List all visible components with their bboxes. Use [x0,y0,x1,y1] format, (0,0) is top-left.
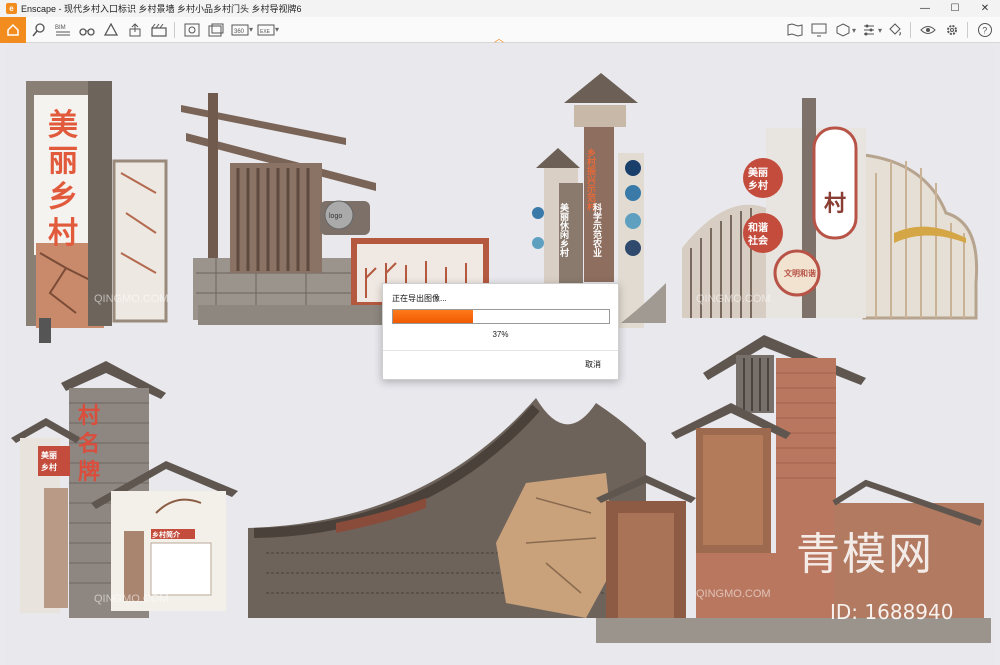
sign-6-panel-text: 乡村简介 [152,530,181,539]
paint-bucket-icon [889,23,901,36]
watermark-small: QINGMO.COM [696,588,771,600]
screenshot-icon [184,23,200,36]
view-button[interactable] [28,19,50,41]
eye-icon [920,26,936,34]
close-button[interactable]: ✕ [970,0,1000,17]
bim-button[interactable]: BIM [52,19,74,41]
window-controls: — ☐ ✕ [910,0,1000,17]
asset-library-icon [104,22,118,36]
screenshot-button[interactable] [181,19,203,41]
map-icon [787,23,803,37]
sign-4-side-text: 美丽休闲乡村 [558,202,570,258]
batch-render-icon [208,23,224,36]
sign-5-top-left-line-1: 美丽 [748,166,768,179]
export-progress-dialog: 正在导出图像... 37% 取消 [382,283,619,380]
upload-button[interactable] [124,19,146,41]
sign-5-center-text: 村 [824,192,846,217]
dropdown-caret-icon[interactable]: ▾ [852,26,856,35]
export-exe-button[interactable]: EXE [255,19,277,41]
toolbar-separator [967,22,968,38]
home-button[interactable] [0,16,26,43]
sign-5-bottom-left-line-2: 社会 [747,234,768,247]
export-progress-bar [392,309,610,324]
sign-1-text-1: 美 [48,108,78,143]
upload-icon [129,22,141,36]
toolbar-separator [910,22,911,38]
title-bar: e Enscape - 现代乡村入口标识 乡村景墙 乡村小品乡村门头 乡村导视牌… [0,0,1000,17]
sign-6-text-3: 牌 [78,459,100,485]
sign-1-text-2: 丽 [48,144,78,179]
svg-text:EXE: EXE [260,29,271,35]
watermark-id: ID: 1688940 [830,600,954,624]
dialog-title: 正在导出图像... [392,294,447,303]
cube-icon [836,23,850,37]
monitor-button[interactable] [808,19,830,41]
sign-6-badge-line-2: 乡村 [41,462,57,472]
export-360-icon: 360 [231,24,249,35]
progress-percent-text: 37% [492,330,509,339]
sliders-icon [863,24,874,36]
svg-text:BIM: BIM [55,25,66,31]
sign-7-curved-roof-wall [248,398,646,618]
sign-3-logo-text: logo [329,213,342,220]
svg-text:?: ? [982,26,987,36]
watermark-small: QINGMO.COM [94,293,169,305]
watermark-logo-text: 青模网 [796,529,934,580]
gear-icon [947,25,957,35]
settings-button[interactable] [941,19,963,41]
asset-library-button[interactable] [100,19,122,41]
export-360-button[interactable]: 360 [229,19,251,41]
sign-5-small-text: 文明和谐 [784,268,816,278]
sign-8-brick-tower [596,335,991,643]
help-button[interactable]: ? [974,19,996,41]
material-button[interactable] [884,19,906,41]
toolbar-right-group: ▾ ▾ ? [782,19,996,41]
binoculars-button[interactable] [76,19,98,41]
sign-6-village-name-board: 村 名 牌 美丽 乡村 乡村简介 [11,361,238,618]
settings-sliders-button[interactable] [858,19,880,41]
sign-6-text-2: 名 [78,431,100,457]
batch-render-button[interactable] [205,19,227,41]
help-icon: ? [978,23,992,37]
dropdown-caret-icon[interactable]: ▾ [878,26,882,35]
binoculars-icon [79,27,95,36]
maximize-button[interactable]: ☐ [940,0,970,17]
magnifier-pin-icon [32,22,45,36]
sign-5-top-left-line-2: 乡村 [748,179,768,192]
progress-bar-fill [393,310,473,323]
sign-4-side-text-2: 科学示范农业 [591,202,603,257]
home-icon [7,23,19,36]
sign-6-badge-line-1: 美丽 [41,450,57,460]
sign-5-round-panels: 美丽 乡村 和谐 社会 村 文明和谐 [682,98,979,320]
watermark-small: QINGMO.COM [696,293,771,305]
export-exe-icon: EXE [257,24,275,35]
media-button[interactable] [148,19,170,41]
dropdown-caret-icon[interactable]: ▾ [275,25,279,34]
toolbar-separator [174,21,175,38]
watermark-small: QINGMO.COM [94,593,169,605]
cube-button[interactable] [832,19,854,41]
sign-6-text-1: 村 [78,404,100,429]
map-button[interactable] [784,19,806,41]
monitor-icon [811,23,827,37]
window-title: Enscape - 现代乡村入口标识 乡村景墙 乡村小品乡村门头 乡村导视牌6 [21,4,302,14]
bim-icon: BIM [55,25,70,35]
sign-1-text-4: 村 [48,216,78,251]
dialog-divider [383,350,618,351]
cancel-button[interactable]: 取消 [585,359,601,370]
dropdown-caret-icon[interactable]: ▾ [249,25,253,34]
minimize-button[interactable]: — [910,0,940,17]
svg-text:360: 360 [234,29,245,35]
sign-1-text-3: 乡 [48,180,78,215]
enscape-logo-icon: e [6,3,17,14]
sign-5-bottom-left-line-1: 和谐 [747,221,768,234]
clapperboard-icon [151,23,167,37]
visual-settings-button[interactable] [917,19,939,41]
